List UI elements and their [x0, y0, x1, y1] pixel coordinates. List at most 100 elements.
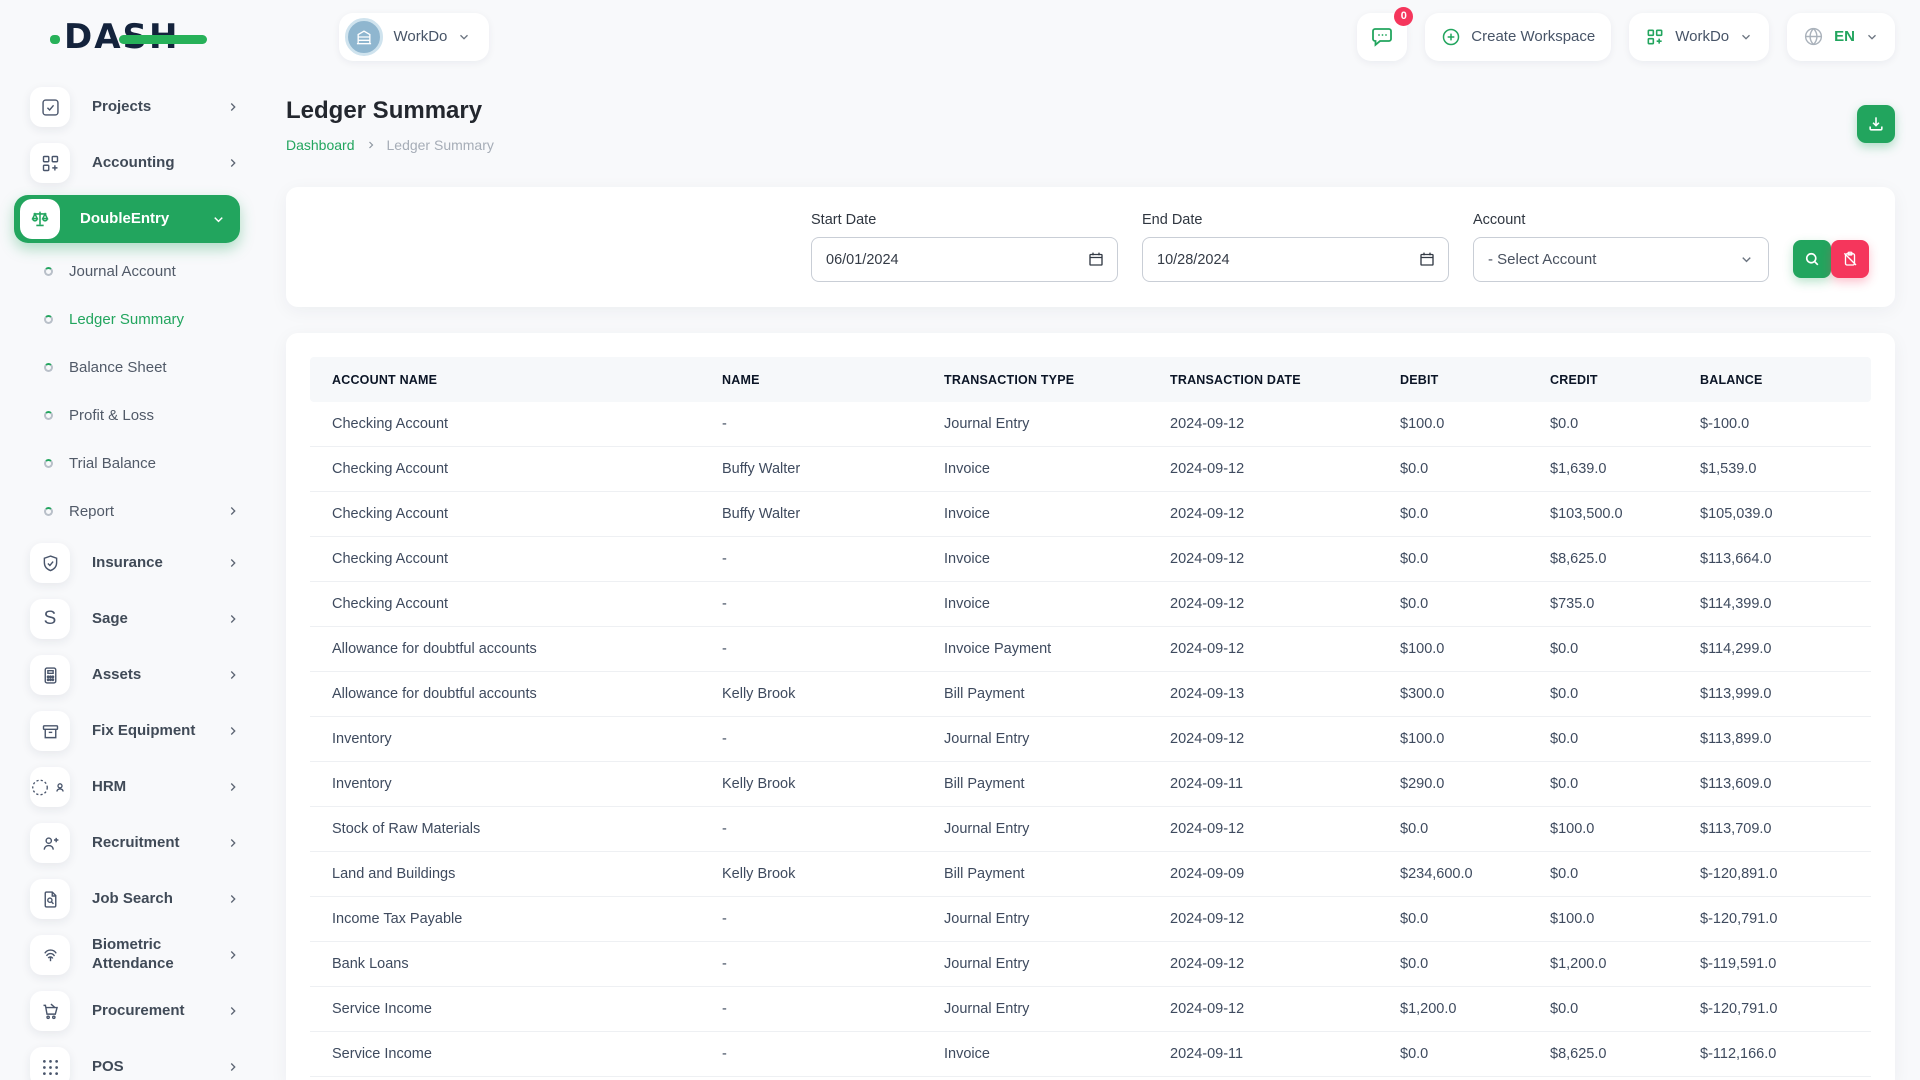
table-cell: $0.0: [1378, 1046, 1528, 1062]
sidebar-item-job-search[interactable]: Job Search: [0, 871, 258, 927]
sidebar-item-label: HRM: [92, 778, 126, 797]
ledger-table-card: ACCOUNT NAMENAMETRANSACTION TYPETRANSACT…: [286, 333, 1895, 1080]
sidebar-item-label: Recruitment: [92, 834, 180, 853]
table-cell: -: [700, 416, 922, 432]
sidebar-subitem-report[interactable]: Report: [0, 487, 258, 535]
table-cell: -: [700, 911, 922, 927]
column-header-transaction-type: TRANSACTION TYPE: [922, 373, 1148, 387]
messages-button[interactable]: 0: [1357, 13, 1407, 61]
table-cell: $-120,791.0: [1678, 1001, 1871, 1017]
table-cell: 2024-09-11: [1148, 1046, 1378, 1062]
sidebar-item-label: Accounting: [92, 154, 175, 173]
column-header-account-name: ACCOUNT NAME: [310, 373, 700, 387]
page-title: Ledger Summary: [286, 97, 494, 125]
table-cell: Journal Entry: [922, 911, 1148, 927]
table-cell: $735.0: [1528, 596, 1678, 612]
apps-menu-button[interactable]: WorkDo: [1629, 13, 1769, 61]
table-cell: Checking Account: [310, 506, 700, 522]
sidebar-subitem-label: Trial Balance: [69, 455, 156, 472]
table-cell: Invoice Payment: [922, 641, 1148, 657]
table-cell: Invoice: [922, 461, 1148, 477]
apply-filter-button[interactable]: [1793, 240, 1831, 278]
sidebar-item-procurement[interactable]: Procurement: [0, 983, 258, 1039]
ledger-table: ACCOUNT NAMENAMETRANSACTION TYPETRANSACT…: [310, 357, 1871, 1077]
sidebar-subitem-ledger-summary[interactable]: Ledger Summary: [0, 295, 258, 343]
table-cell: $100.0: [1528, 911, 1678, 927]
table-cell: Journal Entry: [922, 821, 1148, 837]
table-cell: 2024-09-13: [1148, 686, 1378, 702]
bullet-icon: [44, 507, 53, 516]
table-cell: $8,625.0: [1528, 551, 1678, 567]
table-cell: Invoice: [922, 551, 1148, 567]
account-select[interactable]: - Select Account: [1473, 237, 1769, 282]
sidebar-subitem-profit-loss[interactable]: Profit & Loss: [0, 391, 258, 439]
sidebar-subitem-balance-sheet[interactable]: Balance Sheet: [0, 343, 258, 391]
sidebar-item-pos[interactable]: POS: [0, 1039, 258, 1080]
table-cell: Bill Payment: [922, 686, 1148, 702]
sidebar-item-label: Projects: [92, 98, 151, 117]
sidebar-item-biometric-attendance[interactable]: Biometric Attendance: [0, 927, 258, 983]
table-cell: $1,200.0: [1378, 1001, 1528, 1017]
table-cell: $1,639.0: [1528, 461, 1678, 477]
table-cell: Journal Entry: [922, 731, 1148, 747]
sidebar-subitem-journal-account[interactable]: Journal Account: [0, 247, 258, 295]
table-cell: $234,600.0: [1378, 866, 1528, 882]
table-cell: Checking Account: [310, 551, 700, 567]
storage-box-icon: [30, 711, 70, 751]
bullet-icon: [44, 459, 53, 468]
table-cell: Land and Buildings: [310, 866, 700, 882]
sidebar-item-insurance[interactable]: Insurance: [0, 535, 258, 591]
download-button[interactable]: [1857, 105, 1895, 143]
sidebar-subitem-trial-balance[interactable]: Trial Balance: [0, 439, 258, 487]
chevron-right-icon: [226, 1060, 240, 1074]
table-cell: $113,899.0: [1678, 731, 1871, 747]
table-cell: Checking Account: [310, 416, 700, 432]
table-cell: Bill Payment: [922, 866, 1148, 882]
table-cell: Checking Account: [310, 461, 700, 477]
table-cell: $100.0: [1378, 416, 1528, 432]
cart-icon: [30, 991, 70, 1031]
sidebar-nav: Projects Accounting DoubleEntry Journal Acc…: [0, 73, 258, 1080]
sidebar-item-sage[interactable]: SSage: [0, 591, 258, 647]
table-cell: $0.0: [1528, 1001, 1678, 1017]
start-date-input[interactable]: [811, 237, 1118, 282]
table-cell: Checking Account: [310, 596, 700, 612]
fingerprint-icon: [30, 935, 70, 975]
bullet-icon: [44, 267, 53, 276]
sidebar-item-hrm[interactable]: HRM: [0, 759, 258, 815]
sidebar-item-accounting[interactable]: Accounting: [0, 135, 258, 191]
table-cell: 2024-09-12: [1148, 551, 1378, 567]
dash-logo[interactable]: DASH: [64, 17, 179, 57]
table-cell: $0.0: [1528, 776, 1678, 792]
sidebar-subitem-label: Journal Account: [69, 263, 176, 280]
sidebar-item-projects[interactable]: Projects: [0, 79, 258, 135]
create-workspace-button[interactable]: Create Workspace: [1425, 13, 1611, 61]
table-cell: 2024-09-12: [1148, 506, 1378, 522]
workspace-name: WorkDo: [393, 28, 447, 45]
table-cell: Invoice: [922, 596, 1148, 612]
column-header-balance: BALANCE: [1678, 373, 1871, 387]
table-cell: Journal Entry: [922, 416, 1148, 432]
sidebar-subitem-label: Profit & Loss: [69, 407, 154, 424]
chevron-right-icon: [226, 156, 240, 170]
grid-plus-icon: [30, 143, 70, 183]
sidebar-item-assets[interactable]: Assets: [0, 647, 258, 703]
person-focus-icon: [30, 767, 70, 807]
language-selector[interactable]: EN: [1787, 13, 1895, 61]
end-date-input[interactable]: [1142, 237, 1449, 282]
table-cell: 2024-09-12: [1148, 596, 1378, 612]
sidebar-item-recruitment[interactable]: Recruitment: [0, 815, 258, 871]
table-cell: 2024-09-12: [1148, 956, 1378, 972]
sidebar-item-fix-equipment[interactable]: Fix Equipment: [0, 703, 258, 759]
table-cell: -: [700, 821, 922, 837]
doc-search-icon: [30, 879, 70, 919]
workspace-switcher[interactable]: WorkDo: [339, 13, 489, 61]
sidebar-item-doubleentry[interactable]: DoubleEntry: [14, 195, 240, 243]
table-cell: $113,609.0: [1678, 776, 1871, 792]
breadcrumb-dashboard-link[interactable]: Dashboard: [286, 137, 355, 153]
sidebar-item-label: Sage: [92, 610, 128, 629]
start-date-field: Start Date: [811, 212, 1118, 282]
table-cell: 2024-09-12: [1148, 1001, 1378, 1017]
reset-filter-button[interactable]: [1831, 240, 1869, 278]
table-row: Service Income-Journal Entry2024-09-12$1…: [310, 987, 1871, 1032]
